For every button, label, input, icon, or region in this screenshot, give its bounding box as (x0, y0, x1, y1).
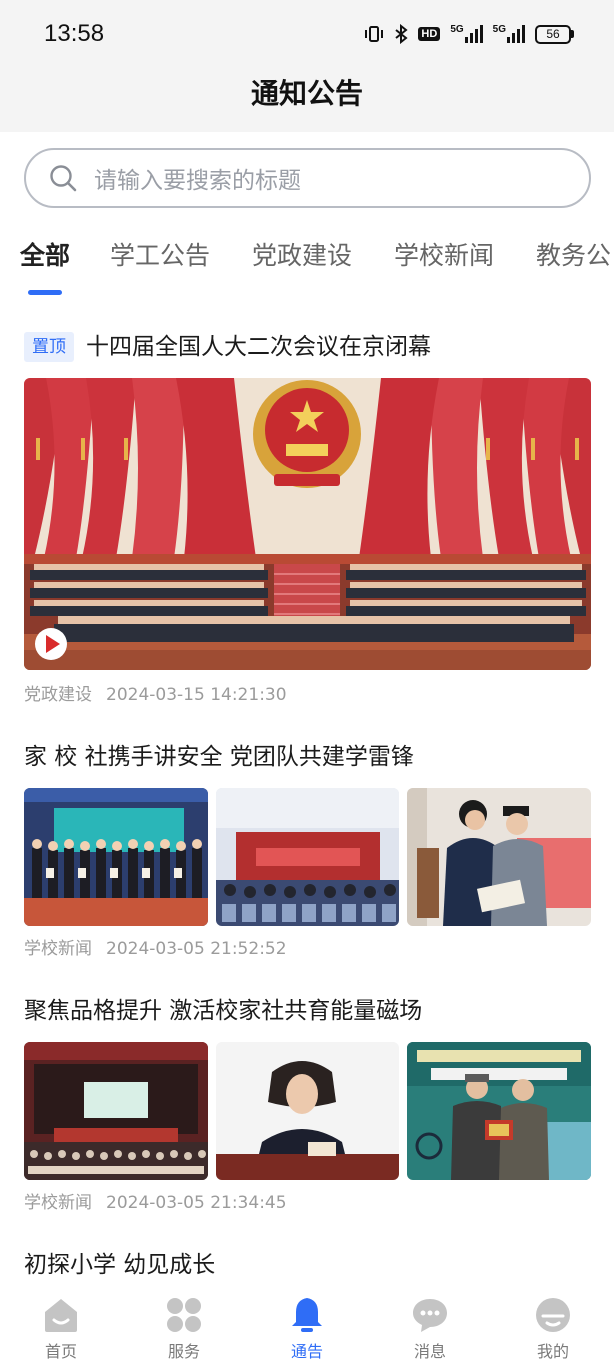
news-datetime: 2024-03-05 21:34:45 (106, 1193, 287, 1213)
bluetooth-icon (394, 24, 409, 44)
news-cover-image[interactable] (24, 378, 591, 670)
tabbar-item-profile[interactable]: 我的 (503, 1296, 603, 1362)
bell-icon (292, 1298, 322, 1332)
signal-icon: 5G (450, 24, 483, 43)
news-item[interactable]: 置顶 十四届全国人大二次会议在京闭幕 党政建设 2024-03-15 14:21… (24, 330, 591, 708)
search-placeholder: 请输入要搜索的标题 (94, 168, 301, 194)
news-datetime: 2024-03-05 21:52:52 (106, 939, 287, 959)
news-item[interactable]: 初探小学 幼见成长 (24, 1248, 591, 1282)
page-title: 通知公告 (250, 77, 363, 110)
tab-student-affairs[interactable]: 学工公告 (110, 236, 210, 272)
search-icon (50, 165, 77, 192)
tab-academic[interactable]: 教务公 (536, 236, 611, 272)
home-icon (45, 1299, 77, 1332)
congress-hall-photo (24, 378, 591, 670)
news-title: 十四届全国人大二次会议在京闭幕 (86, 334, 431, 360)
tabbar-item-messages[interactable]: 消息 (380, 1296, 480, 1362)
chat-icon (413, 1299, 447, 1332)
news-title-row: 置顶 十四届全国人大二次会议在京闭幕 (24, 330, 591, 364)
search-input[interactable]: 请输入要搜索的标题 (24, 148, 591, 208)
news-thumbnail[interactable] (407, 1042, 592, 1180)
tab-all[interactable]: 全部 (20, 236, 70, 272)
battery-level: 56 (535, 24, 571, 44)
news-title: 初探小学 幼见成长 (24, 1252, 216, 1278)
news-thumbnail[interactable] (215, 1042, 400, 1180)
news-meta: 学校新闻 2024-03-05 21:52:52 (24, 936, 591, 962)
news-thumbnail[interactable] (24, 788, 208, 926)
tab-party-building[interactable]: 党政建设 (252, 236, 352, 272)
news-title: 聚焦品格提升 激活校家社共育能量磁场 (24, 998, 423, 1024)
news-category: 学校新闻 (24, 1193, 92, 1213)
news-meta: 党政建设 2024-03-15 14:21:30 (24, 682, 591, 708)
bottom-tab-bar: 首页 服务 通告 消息 我的 (0, 1290, 614, 1372)
title-bar: 通知公告 (0, 72, 614, 132)
network-type: 5G (450, 24, 464, 35)
news-category: 学校新闻 (24, 939, 92, 959)
news-datetime: 2024-03-15 14:21:30 (106, 685, 287, 705)
news-item[interactable]: 家 校 社携手讲安全 党团队共建学雷锋 学校新闻 2024-03-05 21:5… (24, 740, 592, 962)
tabbar-item-notices[interactable]: 通告 (257, 1296, 357, 1362)
tab-indicator (28, 290, 62, 295)
news-image-row (24, 1042, 592, 1180)
network-type: 5G (492, 24, 506, 35)
grid-icon (167, 1298, 201, 1332)
news-meta: 学校新闻 2024-03-05 21:34:45 (24, 1190, 591, 1216)
battery-icon: 56 (535, 24, 574, 44)
tabbar-item-services[interactable]: 服务 (134, 1296, 234, 1362)
pinned-badge: 置顶 (24, 332, 74, 362)
status-time: 13:58 (44, 20, 105, 47)
tab-school-news[interactable]: 学校新闻 (394, 236, 494, 272)
signal-icon: 5G (493, 25, 525, 43)
news-thumbnail[interactable] (215, 788, 400, 926)
status-bar: 13:58 HD 5G 5G 56 (0, 0, 614, 72)
tabbar-item-home[interactable]: 首页 (11, 1296, 111, 1362)
news-image-row (24, 788, 592, 926)
news-item[interactable]: 聚焦品格提升 激活校家社共育能量磁场 学校新闻 2024-03-05 21:34… (24, 994, 592, 1216)
category-tabs: 全部 学工公告 党政建设 学校新闻 教务公 (0, 236, 614, 300)
news-title: 家 校 社携手讲安全 党团队共建学雷锋 (24, 744, 414, 770)
status-icons: HD 5G 5G 56 (364, 24, 574, 44)
news-category: 党政建设 (24, 685, 92, 705)
vibrate-icon (364, 25, 384, 43)
profile-icon (536, 1298, 570, 1332)
news-thumbnail[interactable] (407, 788, 592, 926)
hd-badge: HD (418, 27, 441, 41)
news-thumbnail[interactable] (24, 1042, 208, 1180)
